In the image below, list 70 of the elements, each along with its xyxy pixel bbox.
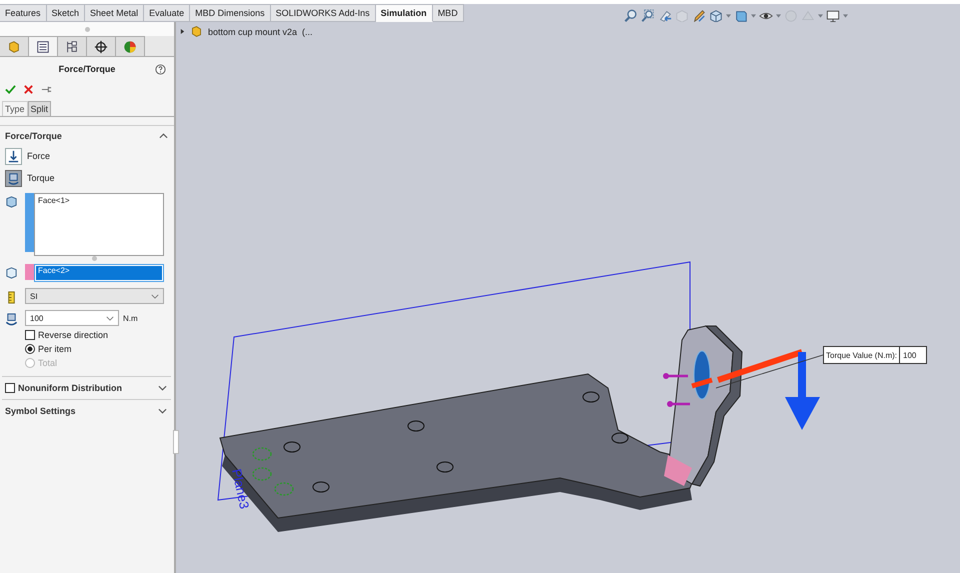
panel-tab[interactable] xyxy=(58,36,87,56)
resize-handle[interactable] xyxy=(92,256,97,261)
part-icon xyxy=(190,25,203,38)
list-icon xyxy=(36,40,50,54)
chevron-icon[interactable] xyxy=(159,133,168,139)
close-icon[interactable] xyxy=(23,84,34,94)
previous-view-icon[interactable] xyxy=(658,9,672,23)
face-icon xyxy=(5,195,18,208)
checkbox-label: Reverse direction xyxy=(38,330,108,340)
radio-button[interactable] xyxy=(25,344,35,354)
ribbon-tab[interactable]: MBD xyxy=(432,4,464,22)
ribbon-tab[interactable]: Sheet Metal xyxy=(85,4,144,22)
crosshair-icon xyxy=(94,40,108,54)
splitter-handle[interactable] xyxy=(84,26,90,32)
caret-icon[interactable] xyxy=(776,14,781,18)
selection-color-swatch xyxy=(25,193,34,252)
torque-value-field[interactable]: 100 xyxy=(25,310,119,326)
chevron-icon xyxy=(151,294,159,298)
caret-icon[interactable] xyxy=(750,14,756,18)
plane-label: Plane3 xyxy=(229,468,252,510)
zoom-area-icon[interactable] xyxy=(640,9,655,23)
torque-button[interactable] xyxy=(5,170,22,186)
face-icon xyxy=(5,266,18,279)
panel-collapse-handle[interactable] xyxy=(173,430,179,454)
torque-icon xyxy=(5,312,18,326)
unit-label: N.m xyxy=(123,314,138,322)
selection-color-swatch xyxy=(25,264,34,280)
expand-arrow-icon[interactable] xyxy=(180,28,185,35)
ribbon-tab[interactable]: Sketch xyxy=(46,4,86,22)
ribbon-tab[interactable]: Simulation xyxy=(376,4,433,22)
chevron-icon[interactable] xyxy=(158,408,167,414)
radio-label: Per item xyxy=(38,344,72,354)
face-list-item[interactable]: Face<1> xyxy=(38,196,160,205)
chevron-icon[interactable] xyxy=(158,385,167,391)
color-wheel-icon xyxy=(123,40,137,54)
reverse-direction-checkbox[interactable] xyxy=(25,330,35,340)
panel-tab[interactable] xyxy=(87,36,116,56)
panel-subtab[interactable]: Type xyxy=(2,101,28,116)
section-title: Symbol Settings xyxy=(5,406,76,416)
section-title: Force/Torque xyxy=(5,131,62,141)
nonuniform-checkbox[interactable] xyxy=(5,383,15,393)
units-dropdown[interactable]: SI xyxy=(25,288,164,304)
ribbon-tab[interactable]: MBD Dimensions xyxy=(190,4,271,22)
ok-check-icon[interactable] xyxy=(5,84,16,94)
section-title: Nonuniform Distribution xyxy=(18,383,122,393)
ribbon-tab[interactable]: Evaluate xyxy=(144,4,190,22)
configuration-icon xyxy=(65,40,79,54)
callout-label: Torque Value (N.m): xyxy=(825,350,898,362)
callout-value-field[interactable]: 100 xyxy=(899,347,926,363)
caret-icon[interactable] xyxy=(818,14,823,18)
force-button[interactable] xyxy=(5,148,22,164)
face-selection-list[interactable]: Face<1> xyxy=(34,193,164,256)
panel-subtab[interactable]: Split xyxy=(28,101,52,116)
part-icon xyxy=(7,40,21,54)
cube-icon[interactable] xyxy=(708,9,723,23)
ribbon-tab[interactable]: SOLIDWORKS Add-Ins xyxy=(270,4,376,22)
panel-title: Force/Torque xyxy=(58,64,116,74)
monitor-icon[interactable] xyxy=(826,9,840,23)
ribbon-tab[interactable]: Features xyxy=(0,4,47,22)
zoom-icon[interactable] xyxy=(624,9,638,23)
radio-label: Total xyxy=(38,358,58,368)
help-icon[interactable] xyxy=(155,64,166,74)
load-type-label: Force xyxy=(27,151,50,161)
caret-icon[interactable] xyxy=(842,14,848,18)
caret-icon[interactable] xyxy=(726,14,731,18)
panel-tab[interactable] xyxy=(29,36,58,56)
pencil-icon[interactable] xyxy=(692,9,706,23)
tree-item[interactable]: bottom cup mount v2a (... xyxy=(208,26,313,36)
chevron-icon xyxy=(106,316,114,320)
load-type-label: Torque xyxy=(27,173,55,183)
